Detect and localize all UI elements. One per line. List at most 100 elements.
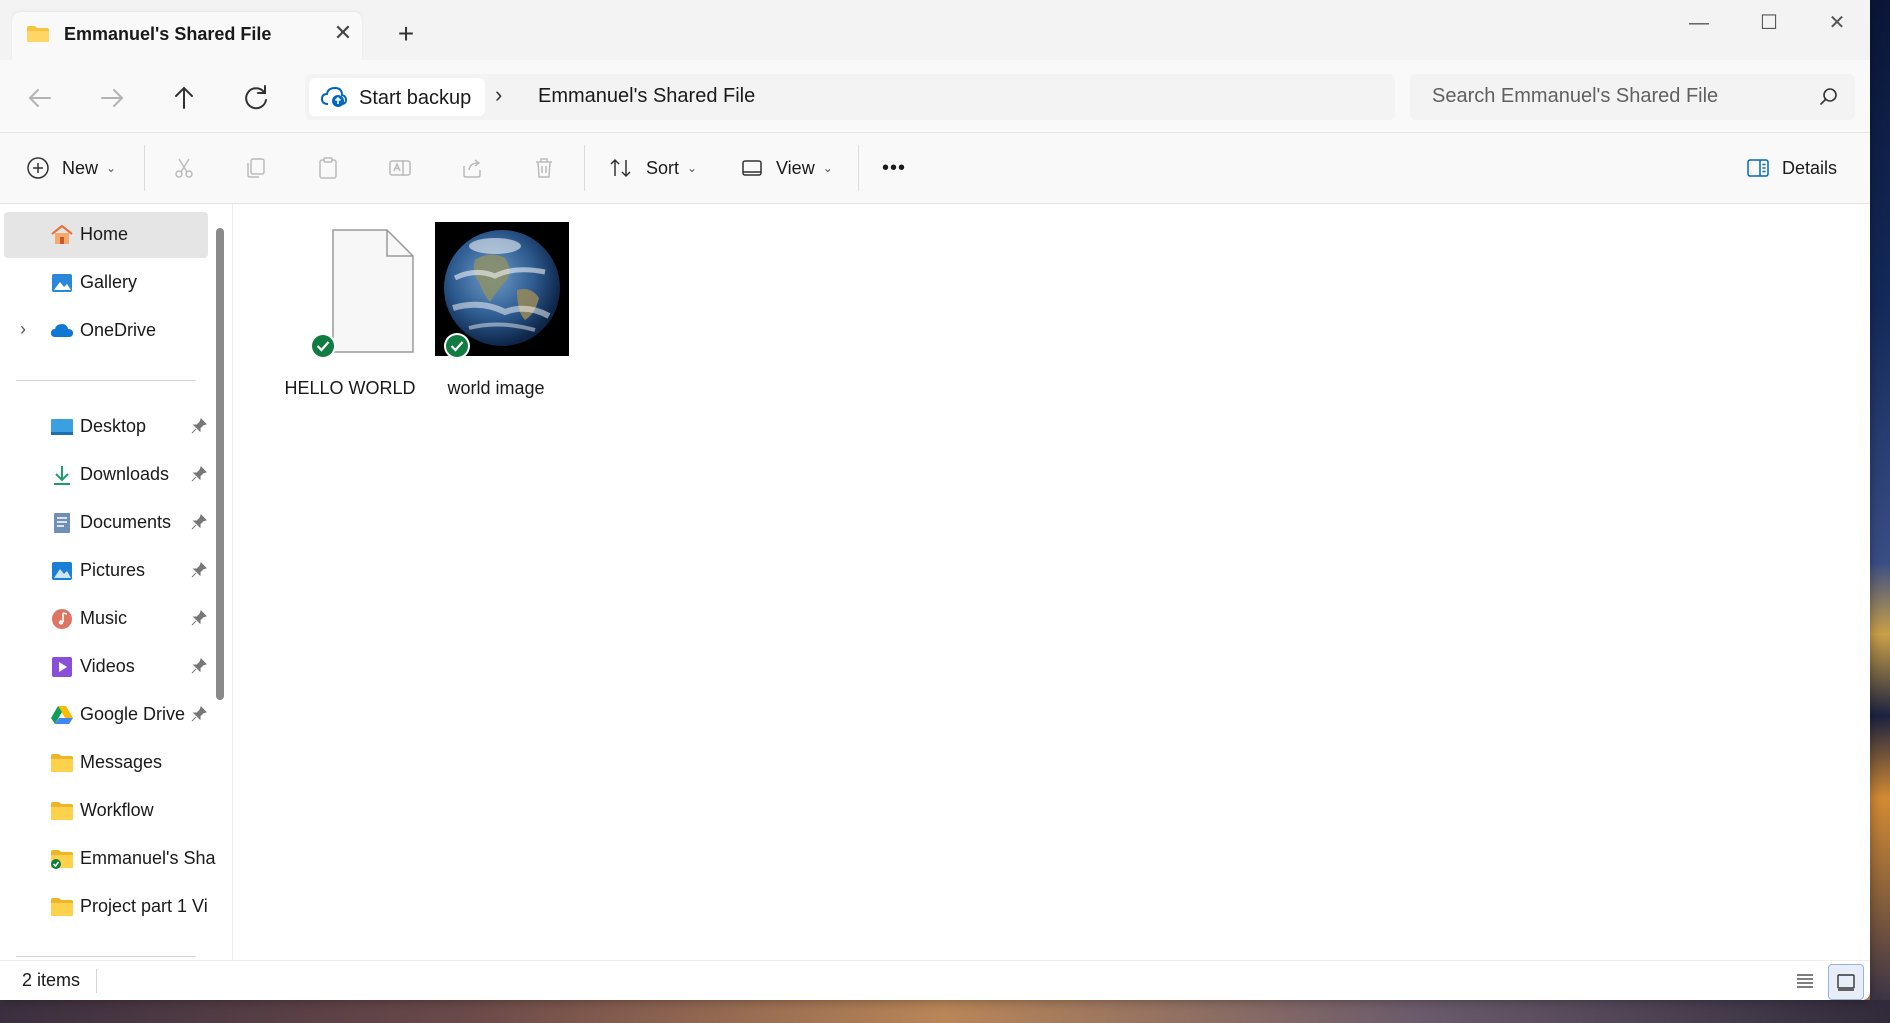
start-backup-button[interactable]: Start backup — [309, 78, 485, 116]
tab-title: Emmanuel's Shared File — [64, 24, 272, 44]
status-divider — [96, 969, 97, 993]
breadcrumb-emmanuels-shared-file[interactable]: Emmanuel's Shared File — [538, 85, 755, 108]
toolbar-divider — [144, 145, 145, 191]
cloud-upload-icon — [321, 86, 347, 107]
pin-icon[interactable] — [190, 657, 208, 675]
sidebar-item-videos[interactable]: Videos — [4, 644, 208, 690]
folder-icon — [27, 26, 49, 42]
file-item-world-image[interactable]: world image — [435, 220, 585, 398]
view-icon — [742, 160, 762, 176]
delete-button[interactable] — [532, 133, 556, 203]
large-icons-view-button[interactable] — [1828, 964, 1864, 1000]
details-label: Details — [1782, 157, 1838, 178]
search-input[interactable]: Search Emmanuel's Shared File — [1432, 85, 1718, 108]
arrow-right-icon — [101, 89, 124, 107]
sidebar-item-music[interactable]: Music — [4, 596, 208, 642]
details-view-button[interactable] — [1788, 964, 1822, 998]
sidebar-item-documents[interactable]: Documents — [4, 500, 208, 546]
pane-divider[interactable] — [232, 204, 233, 960]
search-box[interactable]: Search Emmanuel's Shared File — [1410, 74, 1855, 120]
close-tab-button[interactable]: ✕ — [330, 20, 356, 46]
pin-icon[interactable] — [190, 705, 208, 723]
new-tab-button[interactable]: + — [390, 18, 422, 50]
sidebar-item-pictures[interactable]: Pictures — [4, 548, 208, 594]
sidebar-item-workflow[interactable]: Workflow — [4, 788, 208, 834]
pictures-icon — [52, 562, 72, 580]
pin-icon[interactable] — [190, 513, 208, 531]
sidebar-item-label: Google Drive — [80, 704, 186, 724]
downloads-icon — [54, 466, 70, 485]
sidebar-item-label: Music — [80, 608, 128, 628]
pin-icon[interactable] — [190, 561, 208, 579]
item-count: 2 items — [22, 970, 81, 990]
rename-button[interactable] — [388, 133, 412, 203]
status-bar: 2 items — [0, 960, 1870, 1000]
plus-circle-icon — [27, 157, 49, 179]
clipboard-icon — [319, 157, 337, 179]
sidebar-item-label: Home — [80, 224, 129, 244]
forward-button[interactable] — [92, 78, 132, 118]
view-button[interactable]: View ⌄ — [740, 133, 833, 203]
refresh-button[interactable] — [236, 78, 276, 118]
chevron-down-icon: ⌄ — [822, 161, 833, 175]
onedrive-icon — [51, 324, 73, 337]
google-drive-icon — [51, 706, 73, 724]
sort-button[interactable]: Sort ⌄ — [608, 133, 697, 203]
sidebar-item-desktop[interactable]: Desktop — [4, 404, 208, 450]
file-name: HELLO WORLD — [284, 378, 416, 398]
file-name: world image — [447, 378, 545, 398]
sidebar-item-project-part-1[interactable]: Project part 1 Vi — [4, 884, 208, 930]
more-options-button[interactable]: ••• — [882, 133, 906, 203]
pin-icon[interactable] — [190, 609, 208, 627]
sidebar-item-home[interactable]: Home — [4, 212, 208, 258]
desktop-wallpaper-edge — [1870, 0, 1890, 1023]
pin-icon[interactable] — [190, 417, 208, 435]
sidebar-divider — [16, 380, 196, 381]
sidebar-item-label: Documents — [80, 512, 172, 532]
shared-folder-icon — [51, 850, 73, 869]
copy-icon — [247, 158, 265, 178]
paste-button[interactable] — [316, 133, 340, 203]
folder-icon — [51, 802, 73, 820]
maximize-button[interactable]: ☐ — [1746, 6, 1792, 40]
share-button[interactable] — [460, 133, 484, 203]
arrow-up-icon — [175, 86, 193, 109]
sidebar-item-downloads[interactable]: Downloads — [4, 452, 208, 498]
folder-icon — [51, 898, 73, 916]
folder-icon — [51, 754, 73, 772]
sidebar-item-onedrive[interactable]: › OneDrive — [4, 308, 208, 354]
sidebar-item-label: Downloads — [80, 464, 170, 484]
sidebar-item-gallery[interactable]: Gallery — [4, 260, 208, 306]
minimize-button[interactable]: — — [1676, 6, 1722, 40]
taskbar-edge — [0, 1000, 1890, 1023]
synced-check-icon — [444, 333, 470, 359]
sidebar-item-label: Desktop — [80, 416, 147, 436]
sort-label: Sort — [646, 157, 680, 178]
address-bar[interactable]: Start backup › Emmanuel's Shared File — [305, 74, 1395, 120]
sidebar-item-google-drive[interactable]: Google Drive — [4, 692, 208, 738]
sidebar-item-messages[interactable]: Messages — [4, 740, 208, 786]
sidebar-item-label: OneDrive — [80, 320, 157, 340]
file-item-hello-world[interactable]: HELLO WORLD — [275, 220, 425, 398]
close-window-button[interactable]: ✕ — [1814, 6, 1860, 40]
chevron-right-icon[interactable]: › — [20, 319, 26, 340]
details-button[interactable]: Details — [1746, 133, 1837, 203]
sidebar-item-emmanuels-shared-file[interactable]: Emmanuel's Sha — [4, 836, 216, 882]
scissors-icon — [175, 158, 193, 178]
pin-icon[interactable] — [190, 465, 208, 483]
tab-emmanuels-shared-file[interactable]: Emmanuel's Shared File ✕ — [12, 12, 362, 60]
cut-button[interactable] — [172, 133, 196, 203]
up-button[interactable] — [164, 78, 204, 118]
back-button[interactable] — [20, 78, 60, 118]
tiles-view-icon — [1837, 974, 1855, 991]
share-icon — [463, 159, 481, 178]
new-button[interactable]: New ⌄ — [26, 133, 116, 203]
chevron-down-icon: ⌄ — [106, 161, 117, 175]
search-icon — [1820, 88, 1837, 105]
navigation-pane: Home Gallery › OneDrive Desktop Download… — [0, 204, 232, 960]
copy-button[interactable] — [244, 133, 268, 203]
gallery-icon — [52, 274, 72, 292]
details-pane-icon — [1747, 159, 1769, 177]
sidebar-scrollbar[interactable] — [216, 228, 224, 700]
chevron-right-icon[interactable]: › — [495, 82, 502, 108]
